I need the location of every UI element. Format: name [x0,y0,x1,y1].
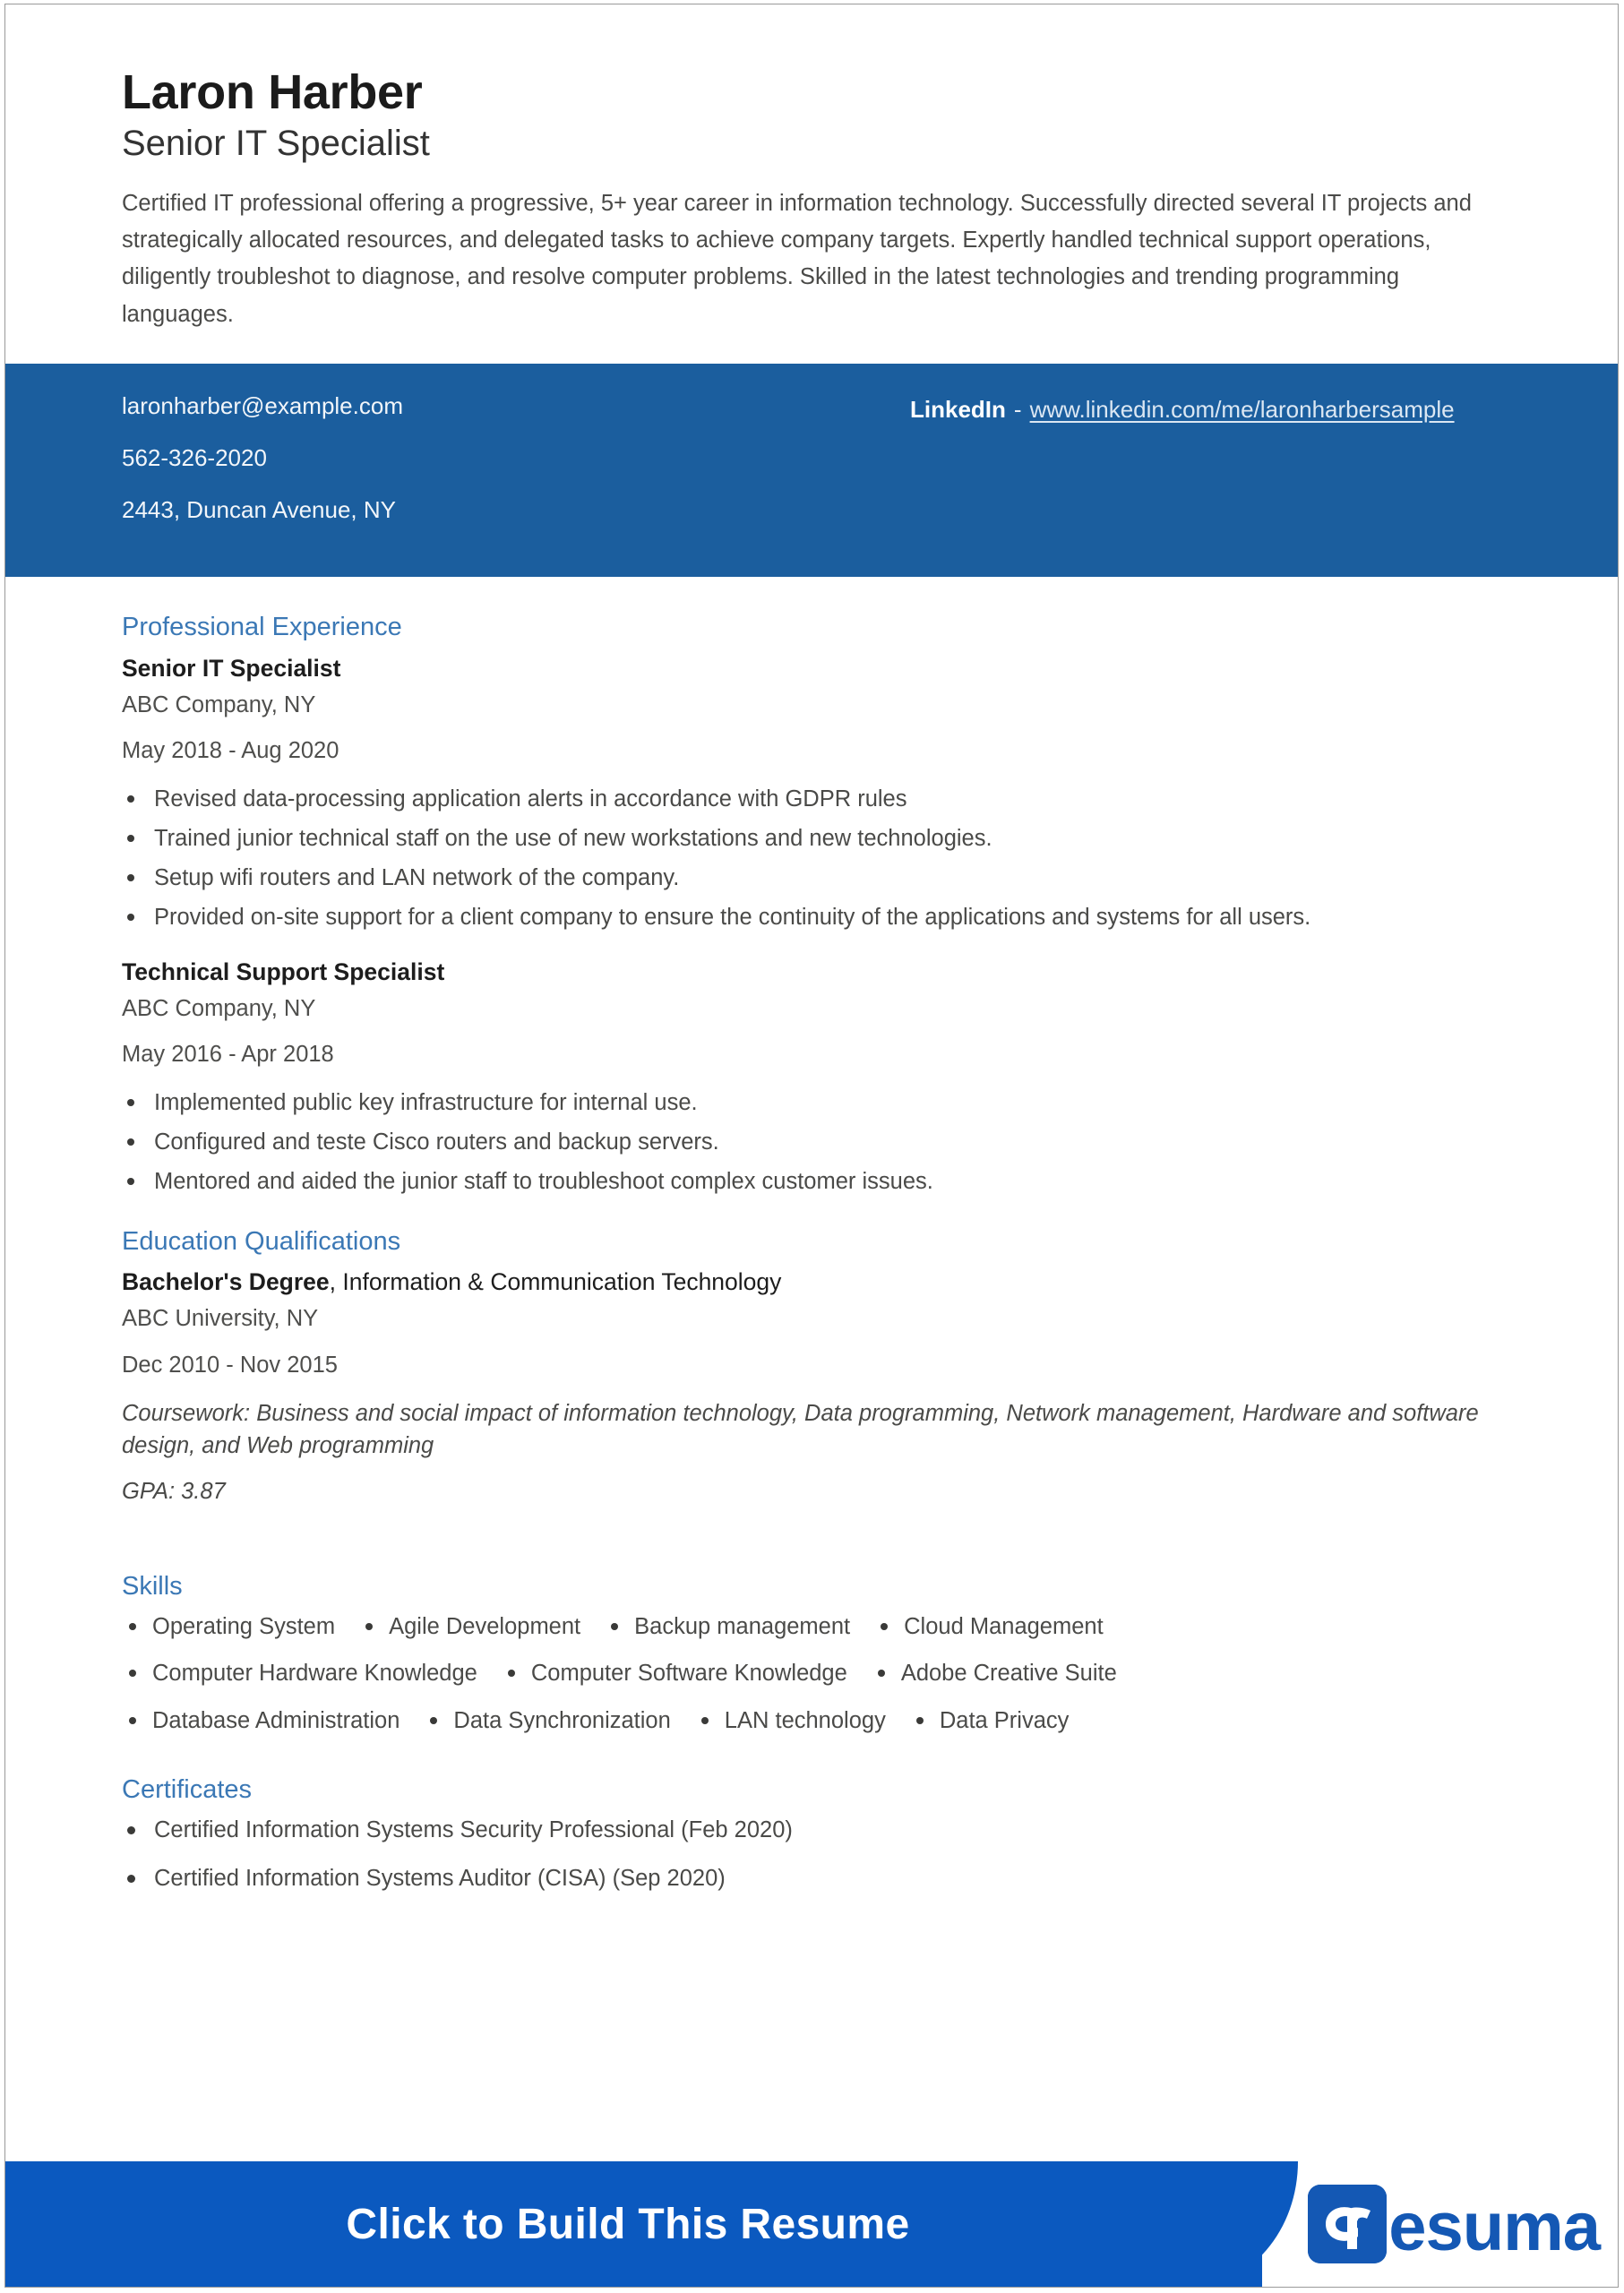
job-dates: May 2018 - Aug 2020 [122,738,339,764]
job-bullet: Revised data-processing application aler… [122,783,1483,815]
certificate-item: Certified Information Systems Auditor (C… [122,1864,1510,1894]
section-title-experience: Professional Experience [122,612,402,641]
build-resume-button[interactable]: Click to Build This Resume [5,2161,1250,2287]
skill-item: Computer Software Knowledge [501,1659,871,1688]
brand-wordmark: esuma [1388,2189,1601,2265]
skill-item: LAN technology [694,1706,909,1736]
certificate-item: Certified Information Systems Security P… [122,1816,1510,1845]
job-bullet: Setup wifi routers and LAN network of th… [122,862,1483,894]
job-company: ABC Company, NY [122,995,316,1021]
skill-item: Data Privacy [909,1706,1093,1736]
linkedin-label: LinkedIn [910,395,1006,423]
cresuma-logo: esuma [1308,2161,1601,2287]
candidate-headline: Senior IT Specialist [122,124,430,164]
experience-entry: Technical Support Specialist ABC Company… [122,958,1510,1198]
linkedin-separator: - [1013,395,1022,423]
degree-field: , Information & Communication Technology [329,1268,782,1296]
contact-bar: laronharber@example.com 562-326-2020 244… [5,363,1618,577]
skill-item: Data Synchronization [423,1706,693,1736]
job-title: Senior IT Specialist [122,654,341,682]
resume-body: Professional Experience Senior IT Specia… [5,577,1618,1894]
section-professional-experience: Professional Experience Senior IT Specia… [122,611,1510,1198]
linkedin-url-link[interactable]: www.linkedin.com/me/laronharbersample [1030,396,1455,424]
section-certificates: Certificates Certified Information Syste… [122,1773,1510,1894]
section-title-certificates: Certificates [122,1774,253,1804]
gpa-text: GPA: 3.87 [122,1478,226,1504]
skills-row: Computer Hardware Knowledge Computer Sof… [122,1659,1510,1688]
footer-cta-bar[interactable]: Click to Build This Resume esuma [5,2161,1618,2287]
section-skills: Skills Operating System Agile Developmen… [122,1570,1510,1736]
linkedin-block: LinkedIn - www.linkedin.com/me/laronharb… [910,394,1506,424]
coursework-text: Coursework: Business and social impact o… [122,1400,1479,1458]
education-entry: Bachelor's Degree, Information & Communi… [122,1267,1510,1505]
job-dates: May 2016 - Apr 2018 [122,1042,334,1068]
skills-row: Operating System Agile Development Backu… [122,1612,1510,1642]
experience-entry: Senior IT Specialist ABC Company, NY May… [122,654,1510,934]
job-bullet: Implemented public key infrastructure fo… [122,1086,1483,1119]
education-dates: Dec 2010 - Nov 2015 [122,1352,338,1378]
skills-grid: Operating System Agile Development Backu… [122,1612,1510,1735]
skill-item: Computer Hardware Knowledge [122,1659,501,1688]
university-name: ABC University, NY [122,1306,319,1332]
job-bullet-list: Revised data-processing application aler… [122,783,1510,934]
certificate-list: Certified Information Systems Security P… [122,1816,1510,1893]
job-bullet: Provided on-site support for a client co… [122,901,1483,933]
resume-page: Laron Harber Senior IT Specialist Certif… [4,4,1619,2288]
section-title-education: Education Qualifications [122,1226,401,1256]
job-bullet: Trained junior technical staff on the us… [122,822,1483,855]
cr-monogram-icon [1308,2185,1388,2263]
degree-name: Bachelor's Degree [122,1268,330,1296]
skill-item: Cloud Management [873,1612,1127,1642]
candidate-name: Laron Harber [122,65,423,119]
resume-header: Laron Harber Senior IT Specialist Certif… [5,4,1618,364]
job-bullet: Configured and teste Cisco routers and b… [122,1126,1483,1158]
job-company: ABC Company, NY [122,691,316,717]
skills-row: Database Administration Data Synchroniza… [122,1706,1510,1736]
professional-summary: Certified IT professional offering a pro… [122,190,1472,327]
job-title: Technical Support Specialist [122,958,445,985]
contact-phone[interactable]: 562-326-2020 [122,446,910,469]
skill-item: Operating System [122,1612,358,1642]
section-education: Education Qualifications Bachelor's Degr… [122,1225,1510,1506]
contact-email[interactable]: laronharber@example.com [122,394,910,417]
contact-details: laronharber@example.com 562-326-2020 244… [122,394,910,521]
job-bullet-list: Implemented public key infrastructure fo… [122,1086,1510,1198]
skill-item: Backup management [604,1612,873,1642]
section-title-skills: Skills [122,1571,183,1601]
skill-item: Adobe Creative Suite [871,1659,1140,1688]
degree-line: Bachelor's Degree, Information & Communi… [122,1267,1510,1297]
skill-item: Agile Development [358,1612,604,1642]
contact-address: 2443, Duncan Avenue, NY [122,495,396,523]
skill-item: Database Administration [122,1706,423,1736]
job-bullet: Mentored and aided the junior staff to t… [122,1165,1483,1198]
